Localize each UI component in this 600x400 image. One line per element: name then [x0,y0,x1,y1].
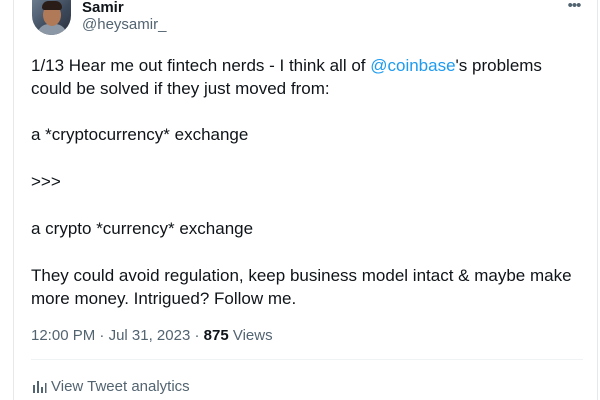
left-border [13,0,14,400]
right-border [597,0,598,400]
avatar[interactable] [32,0,71,35]
tweet-text-line: could be solved if they just moved from: [31,79,330,98]
views-label: Views [232,327,273,344]
tweet-text-line: 1/13 Hear me out fintech nerds - I think… [31,56,542,75]
author-handle[interactable]: @heysamir_ [82,16,166,34]
tweet-text-line: They could avoid regulation, keep busine… [31,266,572,285]
mention-link[interactable]: @coinbase [370,56,455,75]
view-analytics-link[interactable]: View Tweet analytics [31,377,190,397]
tweet-text-line: a *cryptocurrency* exchange [31,125,249,144]
tweet-time[interactable]: 12:00 PM [31,327,95,344]
more-options-button[interactable]: ••• [564,0,584,14]
tweet-text-line: more money. Intrigued? Follow me. [31,289,297,308]
analytics-label: View Tweet analytics [51,378,190,395]
tweet-text-line: >>> [31,172,61,191]
tweet-date[interactable]: Jul 31, 2023 [109,327,191,344]
tweet-card: Samir @heysamir_ ••• 1/13 Hear me out fi… [0,0,600,400]
views-count: 875 [203,327,229,344]
more-horizontal-icon: ••• [567,0,582,14]
bar-chart-icon [33,381,47,393]
tweet-meta: 12:00 PM · Jul 31, 2023 · 875 Views [31,327,273,344]
divider [31,359,583,360]
author-name[interactable]: Samir [82,0,124,16]
tweet-text-line: a crypto *currency* exchange [31,219,254,238]
